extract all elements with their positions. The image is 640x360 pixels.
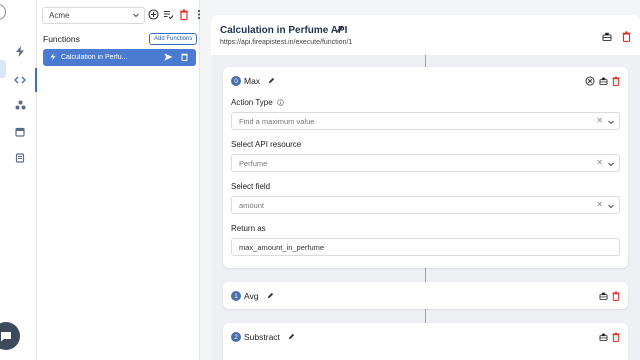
book-icon[interactable] <box>12 150 28 166</box>
step-card[interactable]: 2 Substract <box>223 323 628 360</box>
delete-icon[interactable] <box>178 9 189 20</box>
step-index-badge: 1 <box>231 291 241 301</box>
step-index-badge: 0 <box>231 76 241 86</box>
api-resource-select[interactable]: Perfume ✕ <box>231 154 620 172</box>
chevron-down-icon[interactable] <box>607 202 615 212</box>
rail-selection-marker <box>0 60 6 78</box>
logo-icon[interactable] <box>0 4 6 20</box>
toolbox-icon[interactable] <box>599 292 608 302</box>
connector-line <box>425 55 426 67</box>
toolbox-icon[interactable] <box>599 77 608 87</box>
code-icon[interactable] <box>12 72 28 88</box>
action-type-value: Find a maximum value <box>239 116 315 126</box>
calendar-icon[interactable] <box>12 124 28 140</box>
add-functions-button[interactable]: Add Functions <box>149 33 198 45</box>
main-area: Calculation in Perfume API https://api.f… <box>211 15 640 360</box>
icon-rail <box>0 0 37 360</box>
nodes-icon[interactable] <box>12 97 28 113</box>
chevron-down-icon[interactable] <box>607 160 615 170</box>
functions-panel: Acme Functions Add Functions Calculation… <box>37 0 200 360</box>
return-as-label: Return as <box>231 224 266 233</box>
chat-icon[interactable] <box>0 322 20 350</box>
step-index-badge: 2 <box>231 332 241 342</box>
action-type-select[interactable]: Find a maximum value ✕ <box>231 112 620 130</box>
delete-icon[interactable] <box>622 31 631 44</box>
step-card: 0 Max Action Type Find a maximum value ✕… <box>223 67 628 268</box>
step-card[interactable]: 1 Avg <box>223 282 628 309</box>
step-name: Max <box>244 76 261 86</box>
delete-icon[interactable] <box>181 53 188 63</box>
toolbox-icon[interactable] <box>599 333 608 343</box>
steps-canvas: 0 Max Action Type Find a maximum value ✕… <box>211 55 640 360</box>
function-header: Calculation in Perfume API https://api.f… <box>211 15 640 55</box>
action-type-label: Action Type <box>231 98 284 108</box>
api-url: https://api.fireapistest.in/execute/func… <box>220 39 353 46</box>
select-field-label: Select field <box>231 182 271 191</box>
bolt-icon[interactable] <box>12 43 28 59</box>
project-selector-value: Acme <box>49 11 70 20</box>
field-label-text: Action Type <box>231 98 273 107</box>
api-resource-label: Select API resource <box>231 140 302 149</box>
delete-icon[interactable] <box>612 291 620 303</box>
clear-icon[interactable]: ✕ <box>596 158 603 167</box>
project-selector[interactable]: Acme <box>42 7 145 24</box>
add-circle-icon[interactable] <box>148 9 159 20</box>
toolbox-icon[interactable] <box>602 32 612 43</box>
connector-line <box>425 309 426 323</box>
panel-toolbar <box>148 9 204 20</box>
clear-icon[interactable]: ✕ <box>596 116 603 125</box>
connector-line <box>425 268 426 282</box>
list-check-icon[interactable] <box>163 9 174 20</box>
more-vertical-icon[interactable] <box>193 9 204 20</box>
delete-icon[interactable] <box>612 332 620 344</box>
chevron-down-icon <box>132 11 140 21</box>
return-as-value: max_amount_in_perfume <box>239 242 325 252</box>
select-field-select[interactable]: amount ✕ <box>231 196 620 214</box>
functions-heading: Functions <box>43 34 80 44</box>
api-resource-value: Perfume <box>239 158 268 168</box>
pencil-icon[interactable] <box>336 25 344 35</box>
pencil-icon[interactable] <box>268 76 275 86</box>
clear-icon[interactable]: ✕ <box>596 200 603 209</box>
step-name: Substract <box>244 332 280 342</box>
page-title: Calculation in Perfume API <box>220 25 348 36</box>
close-circle-icon[interactable] <box>585 76 595 88</box>
return-as-input[interactable]: max_amount_in_perfume <box>231 238 620 256</box>
function-icon <box>49 53 57 63</box>
pencil-icon[interactable] <box>267 291 274 301</box>
step-name: Avg <box>244 291 259 301</box>
function-list-item[interactable]: Calculation in Perfu... <box>43 49 196 66</box>
select-field-value: amount <box>239 200 265 210</box>
info-icon[interactable] <box>277 99 284 108</box>
send-icon[interactable] <box>164 53 173 63</box>
function-list-item-label: Calculation in Perfu... <box>61 54 128 61</box>
pencil-icon[interactable] <box>288 332 295 342</box>
chevron-down-icon[interactable] <box>607 118 615 128</box>
delete-icon[interactable] <box>612 76 620 88</box>
